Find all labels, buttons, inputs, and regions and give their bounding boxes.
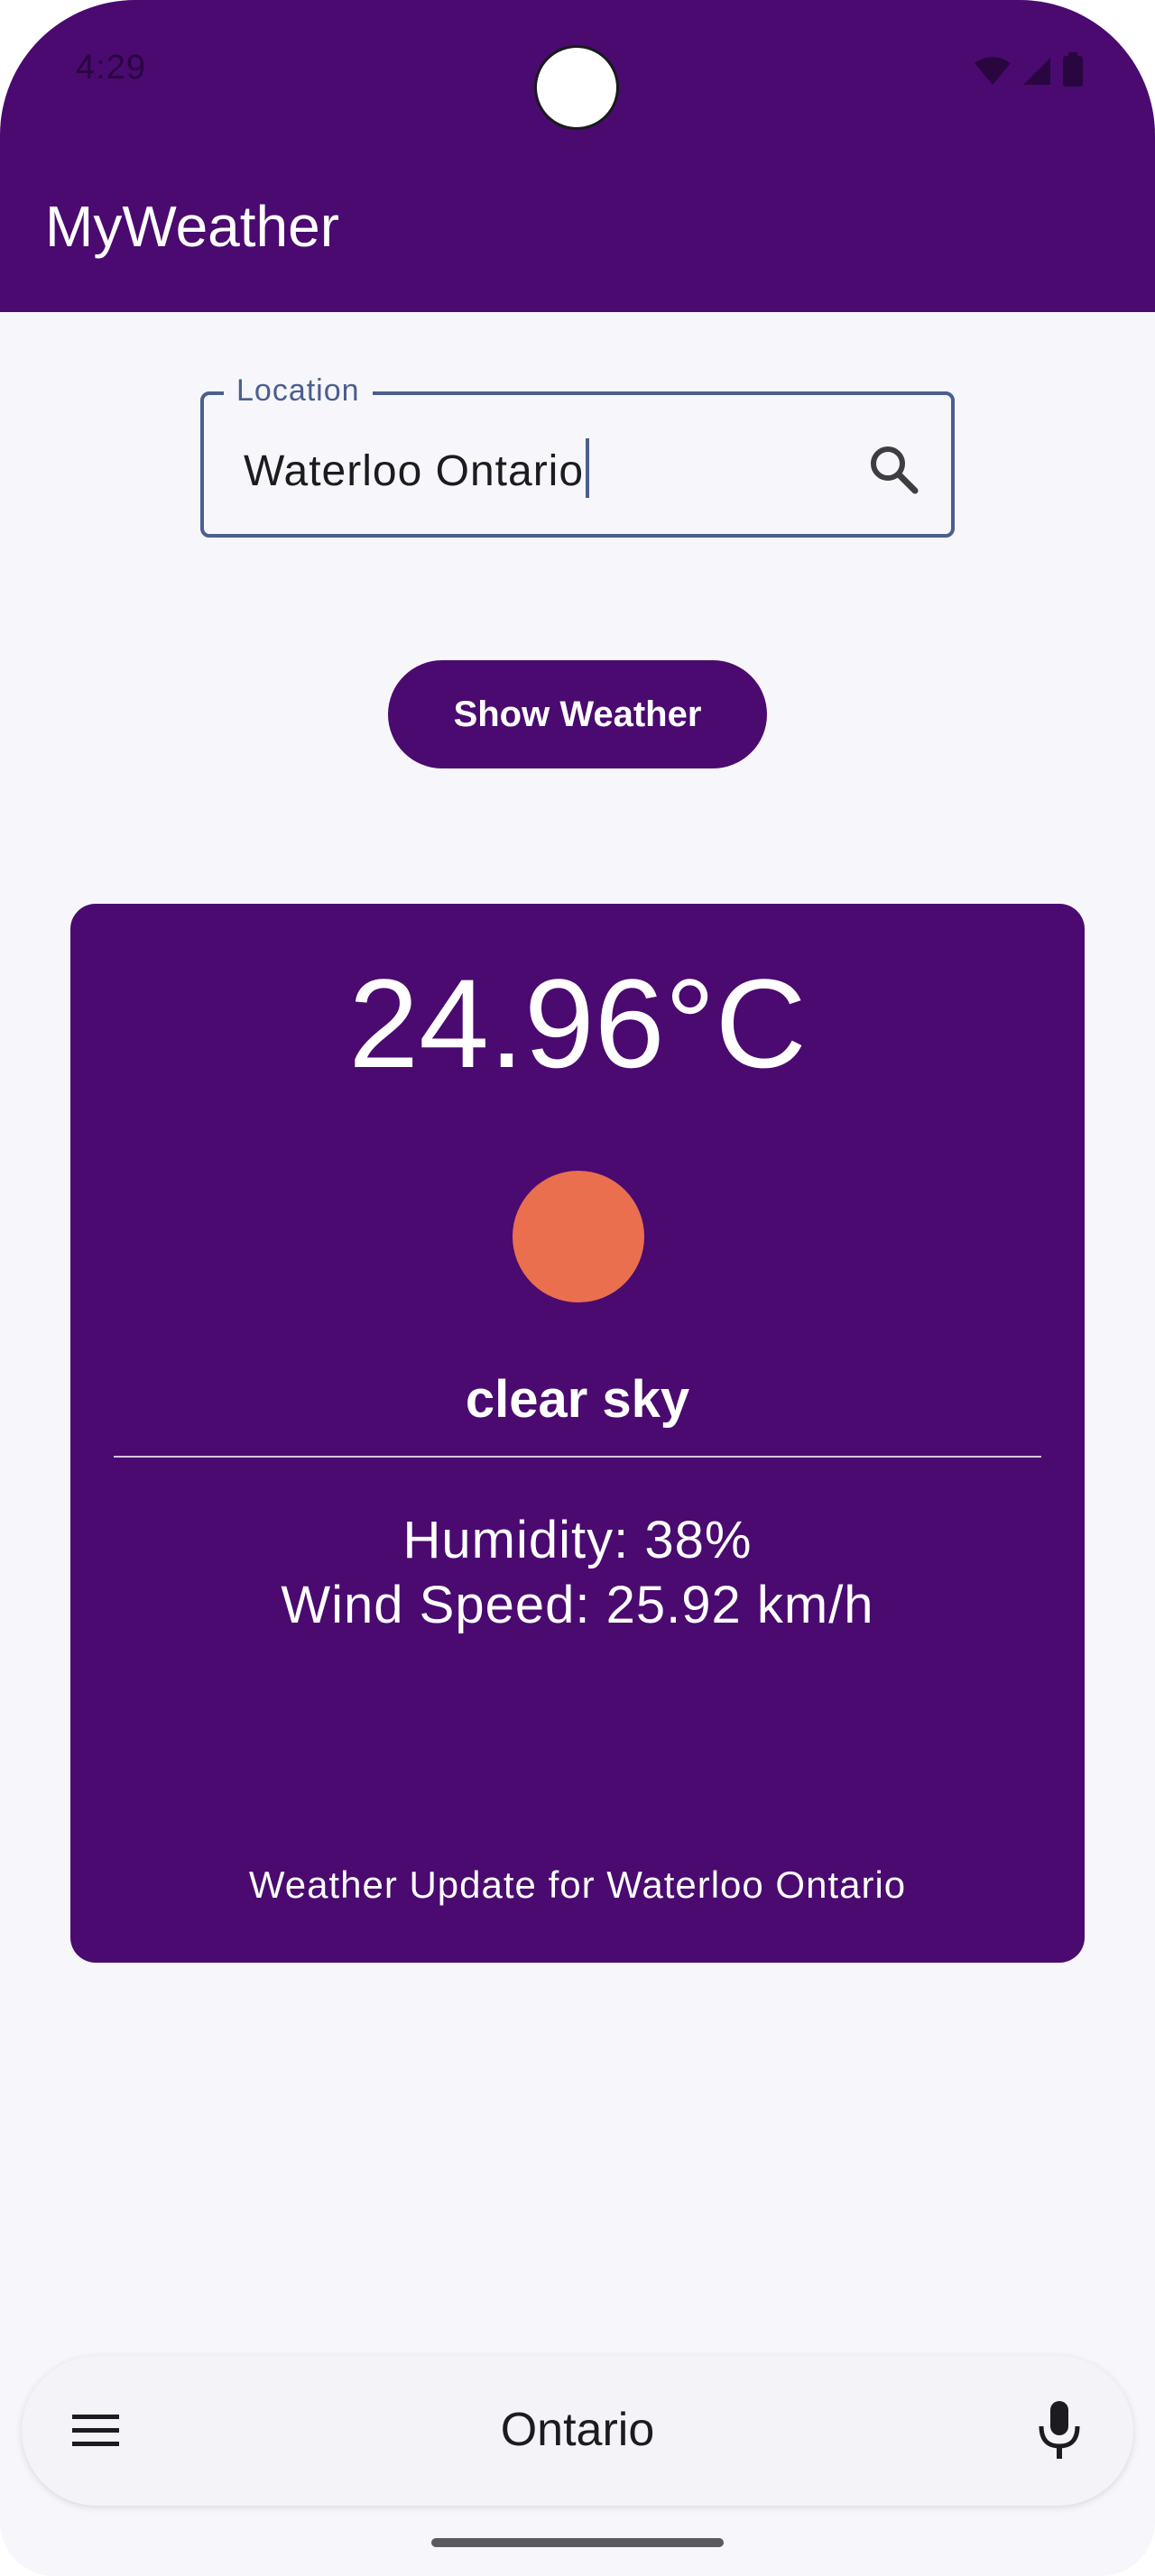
location-input-text: Waterloo Ontario xyxy=(244,447,585,495)
home-indicator[interactable] xyxy=(431,2538,724,2547)
camera-cutout xyxy=(534,45,619,130)
divider xyxy=(114,1456,1041,1458)
bottom-bar-text: Ontario xyxy=(500,2404,655,2456)
signal-icon xyxy=(1023,58,1050,85)
location-field[interactable]: Location Waterloo Ontario xyxy=(200,373,955,538)
app-title: MyWeather xyxy=(45,194,340,259)
bottom-search-bar[interactable]: Ontario xyxy=(22,2356,1133,2506)
show-weather-button[interactable]: Show Weather xyxy=(388,660,767,768)
humidity: Humidity: 38% xyxy=(402,1511,753,1569)
device-frame: 4:29 MyWeather Location Waterloo Ontario… xyxy=(0,0,1155,2576)
temperature: 24.96°C xyxy=(348,952,807,1094)
sun-icon xyxy=(513,1171,644,1302)
text-caret xyxy=(586,438,590,498)
battery-icon xyxy=(1063,52,1083,87)
mic-icon[interactable] xyxy=(1032,2399,1086,2462)
status-icons xyxy=(975,52,1083,87)
wifi-icon xyxy=(975,57,1011,85)
location-input[interactable]: Waterloo Ontario xyxy=(244,438,590,498)
location-label: Location xyxy=(224,373,373,409)
weather-card: 24.96°C clear sky Humidity: 38% Wind Spe… xyxy=(70,904,1085,1963)
search-icon[interactable] xyxy=(866,442,920,496)
wind-speed: Wind Speed: 25.92 km/h xyxy=(281,1576,874,1634)
top-app-bar: 4:29 MyWeather xyxy=(0,0,1155,312)
status-time: 4:29 xyxy=(76,49,146,87)
update-text: Weather Update for Waterloo Ontario xyxy=(248,1863,907,1906)
weather-condition: clear sky xyxy=(465,1370,690,1429)
